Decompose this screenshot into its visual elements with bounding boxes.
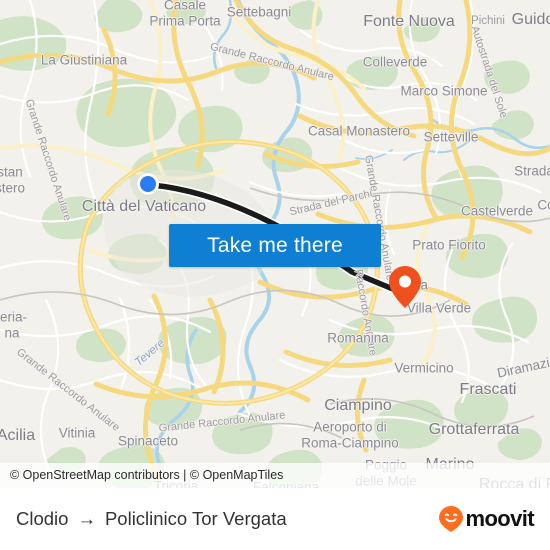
route-origin-label: Clodio (16, 508, 69, 529)
map-attribution: © OpenStreetMap contributors | © OpenMap… (0, 463, 550, 488)
take-me-there-button[interactable]: Take me there (169, 224, 381, 267)
map-canvas[interactable]: Casale Prima Porta Settebagni Fonte Nuova P… (0, 0, 550, 488)
moovit-wordmark: moovit (465, 506, 534, 531)
route-destination-label: Policlinico Tor Vergata (104, 508, 287, 529)
footer-bar: Clodio → Policlinico Tor Vergata moovit (0, 488, 550, 550)
origin-marker[interactable] (137, 173, 159, 195)
map-screenshot: Casale Prima Porta Settebagni Fonte Nuova P… (0, 0, 550, 550)
moovit-pin-icon (439, 506, 464, 532)
destination-marker[interactable] (389, 266, 421, 308)
arrow-right-icon: → (77, 508, 96, 529)
route-summary: Clodio → Policlinico Tor Vergata (16, 508, 287, 530)
moovit-logo[interactable]: moovit (438, 505, 535, 533)
